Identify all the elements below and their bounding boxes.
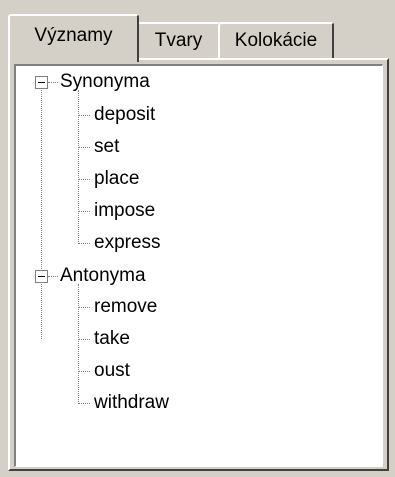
tab-tvary[interactable]: Tvary xyxy=(137,22,220,60)
dictionary-panel: Tvary Kolokácie Významy Synonyma deposit… xyxy=(0,0,395,477)
tree-item[interactable]: impose xyxy=(94,195,155,227)
tree-item[interactable]: oust xyxy=(94,355,130,387)
tree-connector-synonyma xyxy=(78,90,79,244)
tree-connector-antonyma xyxy=(78,284,79,404)
tree-item[interactable]: deposit xyxy=(94,99,155,131)
tree-connector xyxy=(48,82,58,83)
tree-node-synonyma[interactable]: Synonyma xyxy=(60,66,150,98)
tree-item-label: impose xyxy=(94,200,156,221)
tree-item-label: withdraw xyxy=(94,392,169,413)
tree-item[interactable]: express xyxy=(94,227,161,259)
tree-item[interactable]: withdraw xyxy=(94,387,169,419)
minus-box-icon[interactable] xyxy=(35,270,48,283)
tree-item-label: take xyxy=(94,328,130,349)
tree-connector xyxy=(78,307,90,308)
tree-item[interactable]: place xyxy=(94,163,139,195)
tree-item-label: remove xyxy=(94,296,158,317)
tab-panel: Synonyma deposit set place impose expres… xyxy=(8,58,389,471)
tree-node-label: Antonyma xyxy=(60,265,146,286)
tab-kolokacie[interactable]: Kolokácie xyxy=(218,22,334,60)
tree-connector xyxy=(78,211,90,212)
tree-connector xyxy=(78,403,90,404)
tree-connector xyxy=(48,276,58,277)
tree-connector-root xyxy=(41,86,42,339)
tree-connector xyxy=(78,339,90,340)
tree-connector xyxy=(78,371,90,372)
tree-node-antonyma[interactable]: Antonyma xyxy=(60,260,146,292)
tree-item[interactable]: set xyxy=(94,131,119,163)
tree-item[interactable]: take xyxy=(94,323,130,355)
tree-item[interactable]: remove xyxy=(94,291,157,323)
minus-box-icon[interactable] xyxy=(35,76,48,89)
tree-node-label: Synonyma xyxy=(60,71,150,92)
tree-connector xyxy=(78,147,90,148)
tree-item-label: express xyxy=(94,232,161,253)
tab-vyznamy[interactable]: Významy xyxy=(8,14,139,62)
tree-connector xyxy=(78,179,90,180)
tree-item-label: set xyxy=(94,136,120,157)
tree-connector xyxy=(78,243,90,244)
tree-item-label: oust xyxy=(94,360,130,381)
meanings-tree[interactable]: Synonyma deposit set place impose expres… xyxy=(14,64,383,467)
tree-item-label: place xyxy=(94,168,140,189)
tree-item-label: deposit xyxy=(94,104,156,125)
tree-connector xyxy=(78,115,90,116)
